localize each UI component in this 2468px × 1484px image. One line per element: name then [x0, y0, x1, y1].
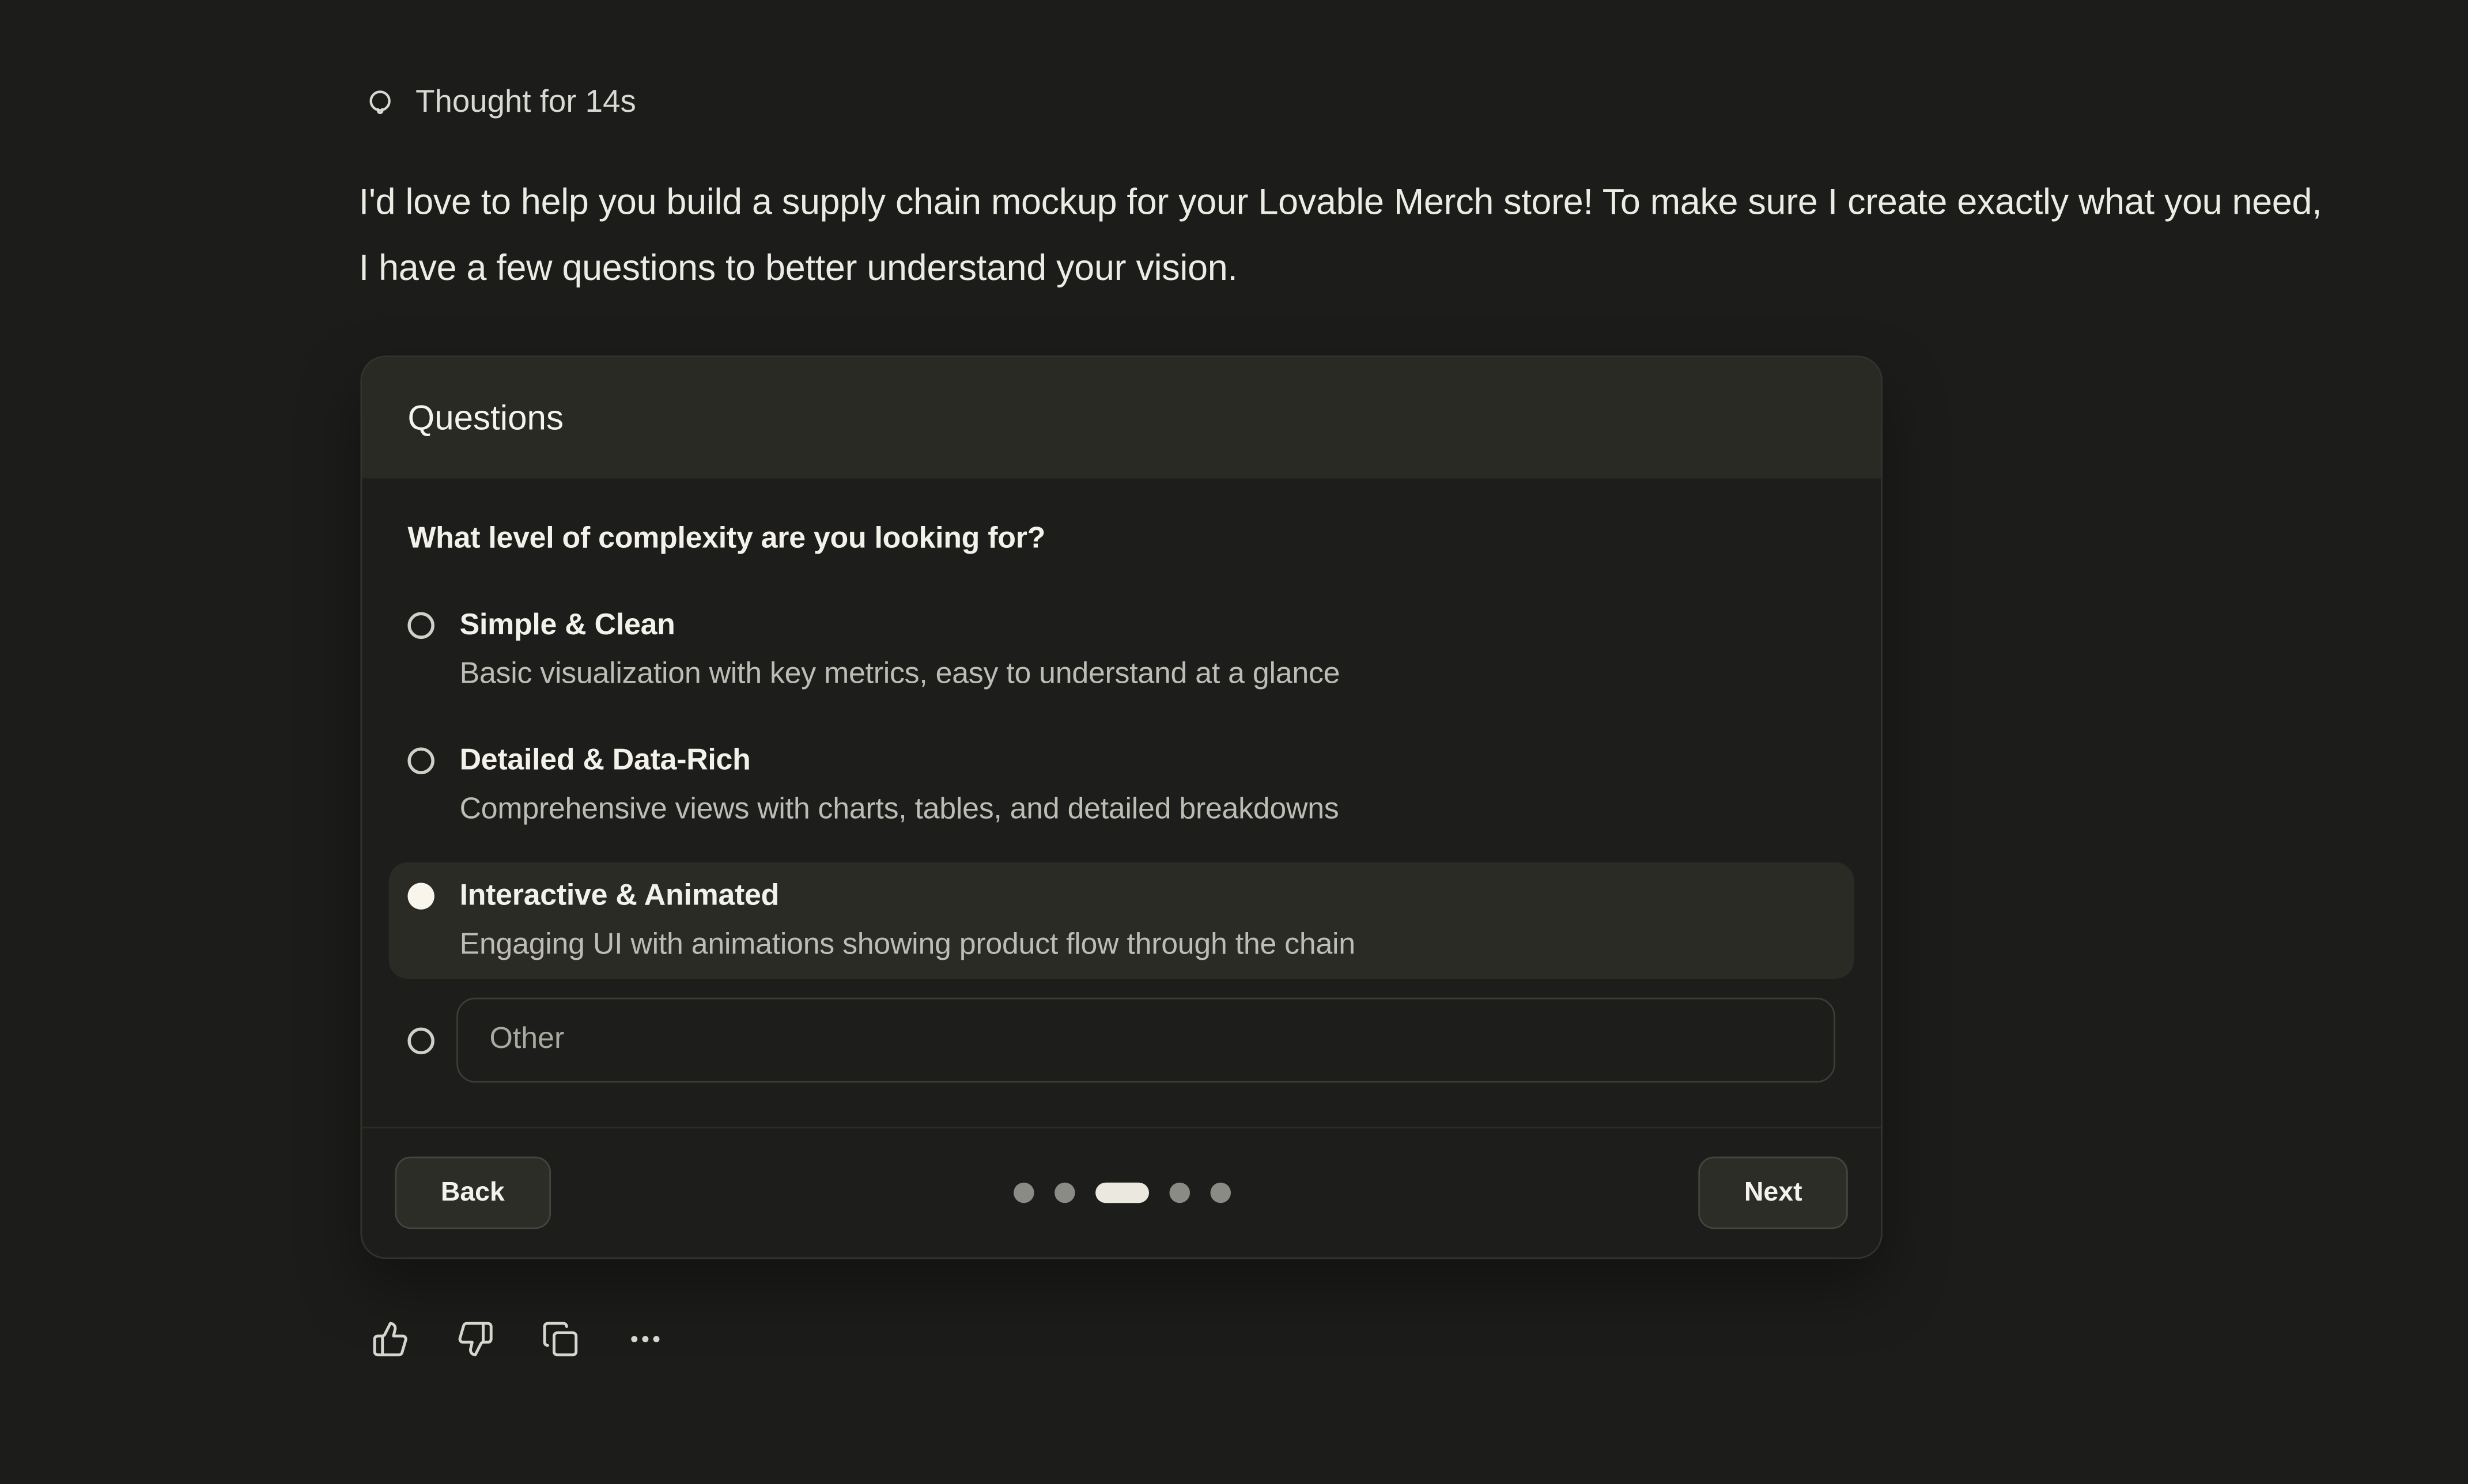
- progress-dot-active: [1095, 1183, 1148, 1203]
- progress-dot: [1169, 1183, 1189, 1203]
- option-simple-clean[interactable]: Simple & Clean Basic visualization with …: [389, 592, 1854, 708]
- option-other: [407, 998, 1835, 1083]
- option-description: Engaging UI with animations showing prod…: [460, 929, 1355, 963]
- questions-card-header: Questions: [362, 357, 1881, 478]
- progress-dots: [1013, 1183, 1230, 1203]
- chat-view: Thought for 14s I'd love to help you bui…: [0, 0, 2468, 1484]
- option-description: Comprehensive views with charts, tables,…: [460, 793, 1339, 828]
- card-title: Questions: [407, 398, 564, 438]
- radio-unselected-icon[interactable]: [407, 612, 434, 639]
- assistant-message-text: I'd love to help you build a supply chai…: [359, 168, 2326, 300]
- next-button[interactable]: Next: [1699, 1157, 1848, 1229]
- progress-dot: [1210, 1183, 1230, 1203]
- back-button[interactable]: Back: [395, 1157, 550, 1229]
- radio-unselected-icon[interactable]: [407, 1027, 434, 1053]
- thumbs-up-icon[interactable]: [372, 1320, 410, 1358]
- questions-card-footer: Back Next: [362, 1128, 1881, 1257]
- thumbs-down-icon[interactable]: [456, 1320, 494, 1358]
- option-description: Basic visualization with key metrics, ea…: [460, 658, 1340, 692]
- progress-dot: [1013, 1183, 1034, 1203]
- option-label: Interactive & Animated: [460, 878, 1355, 916]
- progress-dot: [1054, 1183, 1075, 1203]
- other-input[interactable]: [456, 998, 1835, 1083]
- thought-toggle[interactable]: Thought for 14s: [364, 85, 636, 122]
- option-label: Detailed & Data-Rich: [460, 743, 1339, 781]
- radio-selected-icon[interactable]: [407, 883, 434, 909]
- option-label: Simple & Clean: [460, 607, 1340, 645]
- copy-icon[interactable]: [542, 1320, 580, 1358]
- radio-unselected-icon[interactable]: [407, 747, 434, 774]
- thought-label: Thought for 14s: [415, 85, 636, 122]
- option-detailed-data-rich[interactable]: Detailed & Data-Rich Comprehensive views…: [389, 727, 1854, 843]
- lightbulb-icon: [364, 86, 396, 119]
- questions-card: Questions What level of complexity are y…: [361, 355, 1883, 1259]
- questions-card-body: What level of complexity are you looking…: [362, 478, 1881, 1082]
- question-text: What level of complexity are you looking…: [407, 523, 1835, 557]
- more-options-icon[interactable]: [626, 1320, 664, 1358]
- option-interactive-animated[interactable]: Interactive & Animated Engaging UI with …: [389, 862, 1854, 979]
- message-actions: [372, 1320, 664, 1358]
